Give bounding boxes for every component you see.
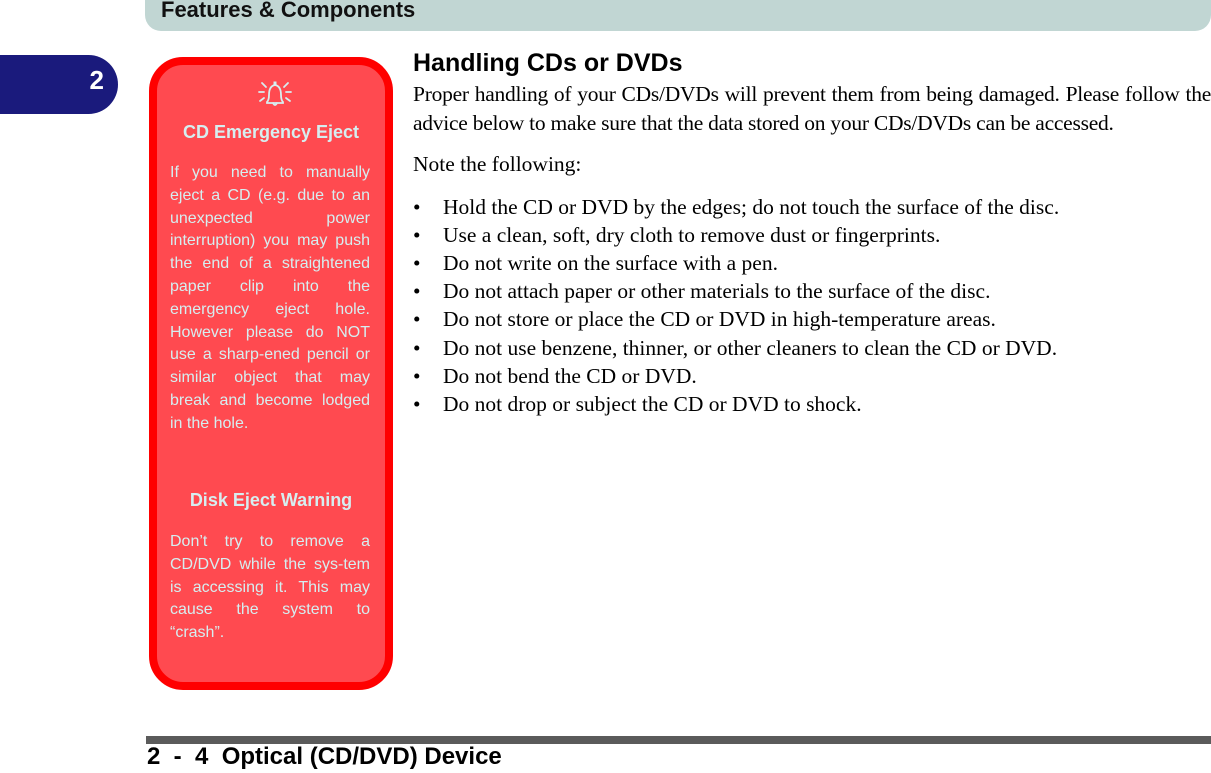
bullet-icon: •: [413, 222, 421, 247]
bullet-icon: •: [413, 250, 421, 275]
bell-alert-icon: [258, 81, 292, 106]
intro-paragraph: Proper handling of your CDs/DVDs will pr…: [413, 82, 1211, 135]
list-item: • Do not drop or subject the CD or DVD to…: [413, 390, 1211, 418]
section-title: Handling CDs or DVDs: [413, 49, 683, 77]
disk-eject-warning-title: Disk Eject Warning: [189, 490, 353, 510]
disk-eject-warning-text: Don’t try to remove a CD/DVD while the s…: [170, 533, 370, 642]
list-item: • Do not store or place the CD or DVD in …: [413, 305, 1211, 333]
chapter-number: 2: [89, 65, 104, 95]
handling-tips-list: • Hold the CD or DVD by the edges; do not…: [413, 193, 1211, 419]
warning-sidebar: CD Emergency Eject If you need to manual…: [149, 57, 393, 690]
bullet-icon: •: [413, 335, 421, 360]
bullet-icon: •: [413, 363, 421, 388]
bullet-icon: •: [413, 194, 421, 219]
bullet-icon: •: [413, 307, 421, 332]
list-item: • Do not use benzene, thinner, or other c…: [413, 334, 1211, 362]
list-item: • Do not write on the surface with a pen.: [413, 249, 1211, 277]
note-label: Note the following:: [413, 152, 582, 176]
list-item: • Hold the CD or DVD by the edges; do not…: [413, 193, 1211, 221]
emergency-eject-title: CD Emergency Eject: [182, 122, 360, 142]
footer-page-label: 2 - 4 Optical (CD/DVD) Device: [147, 743, 502, 770]
bullet-icon: •: [413, 279, 421, 304]
chapter-tab: 2: [0, 55, 118, 114]
list-item: • Do not bend the CD or DVD.: [413, 362, 1211, 390]
list-item: • Use a clean, soft, dry cloth to remove …: [413, 221, 1211, 249]
list-item: • Do not attach paper or other materials …: [413, 277, 1211, 305]
emergency-eject-text: If you need to manually eject a CD (e.g.…: [170, 164, 370, 432]
chapter-header-title: Features & Components: [161, 0, 416, 22]
bullet-icon: •: [413, 391, 421, 416]
main-content: Handling CDs or DVDs Proper handling of …: [413, 46, 1211, 418]
